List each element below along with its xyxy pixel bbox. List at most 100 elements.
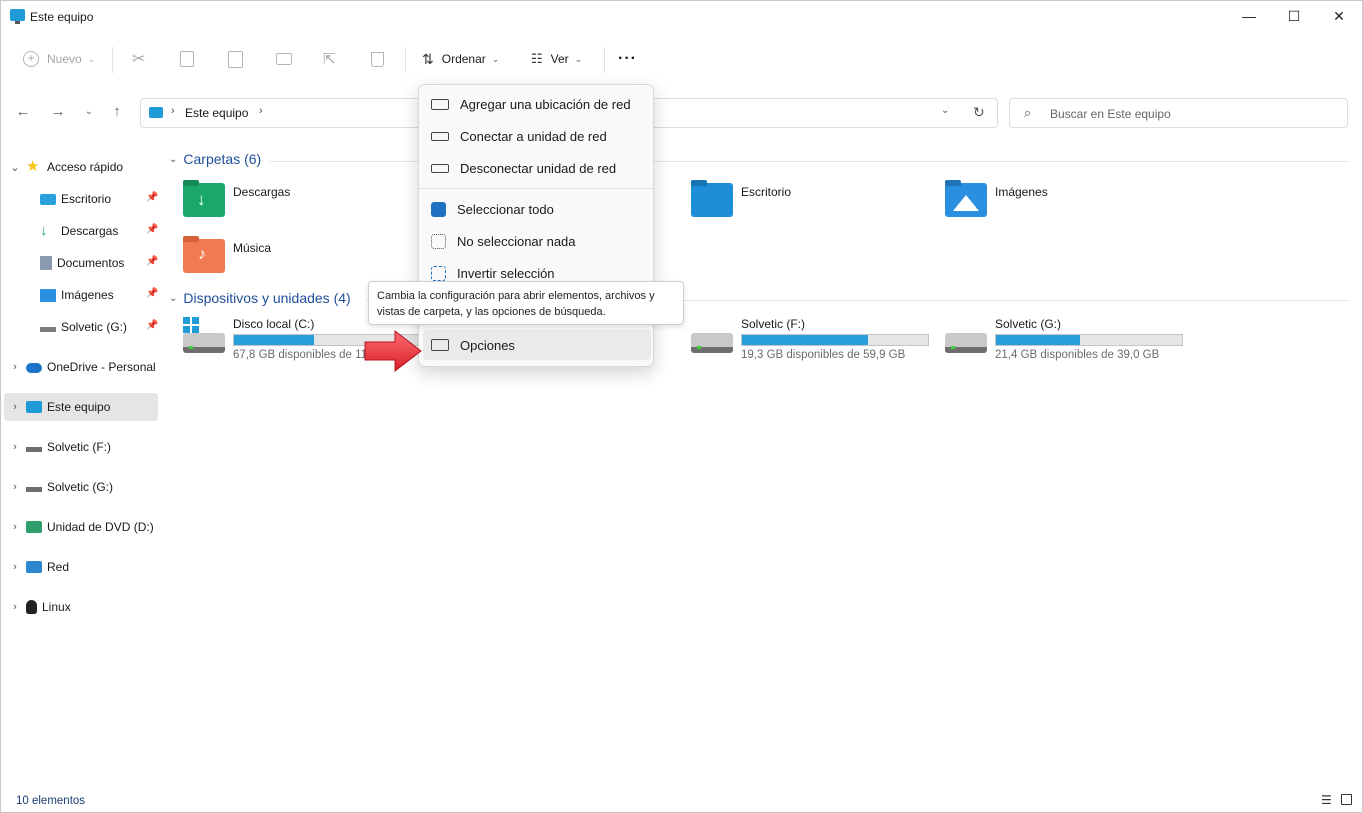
chevron-down-icon[interactable]: ⌄ bbox=[169, 293, 177, 304]
share-icon[interactable]: ⇱ bbox=[323, 45, 336, 73]
sidebar-item-documents[interactable]: Documentos 📌 bbox=[4, 249, 158, 277]
forward-arrow-icon[interactable]: → bbox=[47, 101, 69, 123]
chevron-down-icon: ⌄ bbox=[87, 53, 96, 64]
sidebar-item-solvetic-g-drive[interactable]: › Solvetic (G:) bbox=[4, 473, 158, 501]
chevron-right-icon[interactable]: › bbox=[4, 401, 26, 413]
chevron-right-icon[interactable]: › bbox=[4, 601, 26, 613]
sidebar-item-quick-access[interactable]: ⌄ ★ Acceso rápido bbox=[4, 153, 158, 181]
menu-item-select-none[interactable]: No seleccionar nada bbox=[423, 226, 651, 256]
details-view-icon[interactable]: ☰ bbox=[1321, 794, 1335, 806]
sidebar-label: Escritorio bbox=[61, 192, 112, 206]
breadcrumb[interactable]: Este equipo bbox=[185, 106, 248, 120]
computer-icon bbox=[149, 107, 163, 118]
sidebar-item-network[interactable]: › Red bbox=[4, 553, 158, 581]
pin-icon[interactable]: 📌 bbox=[146, 321, 158, 331]
drive-name: Solvetic (G:) bbox=[995, 317, 1062, 331]
pin-icon[interactable]: 📌 bbox=[146, 289, 158, 299]
search-placeholder: Buscar en Este equipo bbox=[1050, 107, 1171, 121]
sidebar-item-pictures[interactable]: Imágenes 📌 bbox=[4, 281, 158, 309]
menu-item-label: Opciones bbox=[460, 337, 515, 353]
sidebar-label: Linux bbox=[42, 600, 71, 614]
sidebar-item-downloads[interactable]: ↓ Descargas 📌 bbox=[4, 217, 158, 245]
network-location-icon bbox=[431, 98, 449, 110]
sidebar-label: Este equipo bbox=[47, 400, 111, 414]
menu-item-add-network-location[interactable]: Agregar una ubicación de red bbox=[423, 89, 651, 119]
dvd-icon bbox=[26, 521, 42, 533]
cut-icon[interactable]: ✂ bbox=[132, 45, 145, 73]
title-bar: Este equipo — ☐ ✕ bbox=[1, 1, 1362, 33]
folder-item[interactable]: Escritorio bbox=[691, 180, 931, 227]
computer-icon bbox=[10, 9, 25, 24]
minimize-button[interactable]: — bbox=[1226, 1, 1272, 31]
drive-item[interactable]: Solvetic (G:) 21,4 GB disponibles de 39,… bbox=[945, 317, 1195, 367]
search-box[interactable]: ⌕ Buscar en Este equipo bbox=[1009, 98, 1348, 128]
sidebar-item-this-pc[interactable]: › Este equipo bbox=[4, 393, 158, 421]
view-button[interactable]: ☷ Ver ⌄ bbox=[531, 45, 582, 73]
tiles-view-icon[interactable] bbox=[1341, 794, 1352, 805]
view-list-icon: ☷ bbox=[531, 51, 543, 66]
red-arrow-icon bbox=[364, 329, 422, 373]
more-options-button[interactable]: ··· bbox=[618, 45, 637, 73]
sidebar-item-onedrive[interactable]: › OneDrive - Personal bbox=[4, 353, 158, 381]
download-folder-icon: ↓ bbox=[183, 180, 225, 217]
sort-button[interactable]: ⇅ Ordenar ⌄ bbox=[422, 45, 499, 73]
menu-item-map-network-drive[interactable]: Conectar a unidad de red bbox=[423, 121, 651, 151]
recent-chevron-icon[interactable]: ⌄ bbox=[78, 101, 100, 123]
chevron-right-icon[interactable]: › bbox=[4, 441, 26, 453]
delete-icon[interactable] bbox=[371, 45, 384, 73]
close-button[interactable]: ✕ bbox=[1316, 1, 1362, 31]
pictures-icon bbox=[40, 288, 56, 302]
search-icon: ⌕ bbox=[1024, 105, 1032, 120]
pin-icon[interactable]: 📌 bbox=[146, 225, 158, 235]
invert-selection-icon bbox=[431, 265, 446, 281]
windows-logo-icon bbox=[183, 317, 199, 333]
options-tooltip: Cambia la configuración para abrir eleme… bbox=[368, 281, 684, 325]
sidebar-item-linux[interactable]: › Linux bbox=[4, 593, 158, 621]
chevron-down-icon: ⌄ bbox=[491, 53, 500, 64]
file-explorer-window: Este equipo — ☐ ✕ + Nuevo ⌄ ✂ ⇱ ⇅ Ordena… bbox=[0, 0, 1363, 813]
drive-free-space: 21,4 GB disponibles de 39,0 GB bbox=[995, 349, 1160, 361]
section-header-devices[interactable]: ⌄ Dispositivos y unidades (4) bbox=[169, 290, 351, 306]
pin-icon[interactable]: 📌 bbox=[146, 193, 158, 203]
sidebar-label: Descargas bbox=[61, 224, 119, 238]
sidebar-item-desktop[interactable]: Escritorio 📌 bbox=[4, 185, 158, 213]
map-drive-icon bbox=[431, 131, 449, 141]
chevron-right-icon[interactable]: › bbox=[4, 361, 26, 373]
pin-icon[interactable]: 📌 bbox=[146, 257, 158, 267]
menu-item-options[interactable]: Opciones bbox=[423, 330, 651, 360]
breadcrumb-chevron-icon: › bbox=[259, 105, 263, 117]
drive-item[interactable]: Solvetic (F:) 19,3 GB disponibles de 59,… bbox=[691, 317, 941, 367]
chevron-right-icon[interactable]: › bbox=[4, 561, 26, 573]
section-header-folders[interactable]: ⌄ Carpetas (6) bbox=[169, 151, 261, 167]
chevron-down-icon[interactable]: ⌄ bbox=[4, 161, 26, 174]
hard-drive-icon bbox=[945, 333, 987, 353]
folder-item[interactable]: ↓ Descargas bbox=[183, 180, 423, 227]
chevron-right-icon[interactable]: › bbox=[4, 521, 26, 533]
new-button[interactable]: + Nuevo ⌄ bbox=[23, 45, 95, 73]
menu-item-label: Invertir selección bbox=[457, 265, 555, 281]
chevron-right-icon[interactable]: › bbox=[4, 481, 26, 493]
chevron-down-icon[interactable]: ⌄ bbox=[169, 154, 177, 165]
menu-item-label: No seleccionar nada bbox=[457, 233, 576, 249]
sidebar-label: Documentos bbox=[57, 256, 125, 270]
folder-item[interactable]: Imágenes bbox=[945, 180, 1185, 227]
folder-item[interactable]: ♪ Música bbox=[183, 236, 423, 283]
refresh-icon[interactable]: ↻ bbox=[973, 104, 985, 121]
copy-icon[interactable] bbox=[180, 45, 194, 73]
paste-icon[interactable] bbox=[228, 45, 243, 73]
back-arrow-icon[interactable]: ← bbox=[12, 101, 34, 123]
maximize-button[interactable]: ☐ bbox=[1271, 1, 1317, 31]
disconnect-drive-icon bbox=[431, 163, 449, 173]
drive-icon bbox=[26, 486, 42, 492]
menu-item-disconnect-network-drive[interactable]: Desconectar unidad de red bbox=[423, 153, 651, 183]
view-label: Ver bbox=[550, 52, 569, 66]
menu-item-select-all[interactable]: Seleccionar todo bbox=[423, 194, 651, 224]
window-title: Este equipo bbox=[30, 10, 94, 24]
sidebar-item-solvetic-f[interactable]: › Solvetic (F:) bbox=[4, 433, 158, 461]
address-dropdown-icon[interactable]: ⌄ bbox=[941, 105, 949, 116]
rename-icon[interactable] bbox=[276, 45, 292, 73]
sidebar-item-dvd[interactable]: › Unidad de DVD (D:) bbox=[4, 513, 158, 541]
sidebar-item-solvetic-g[interactable]: Solvetic (G:) 📌 bbox=[4, 313, 158, 341]
drive-icon bbox=[26, 446, 42, 452]
up-arrow-icon[interactable]: ↑ bbox=[106, 101, 128, 123]
